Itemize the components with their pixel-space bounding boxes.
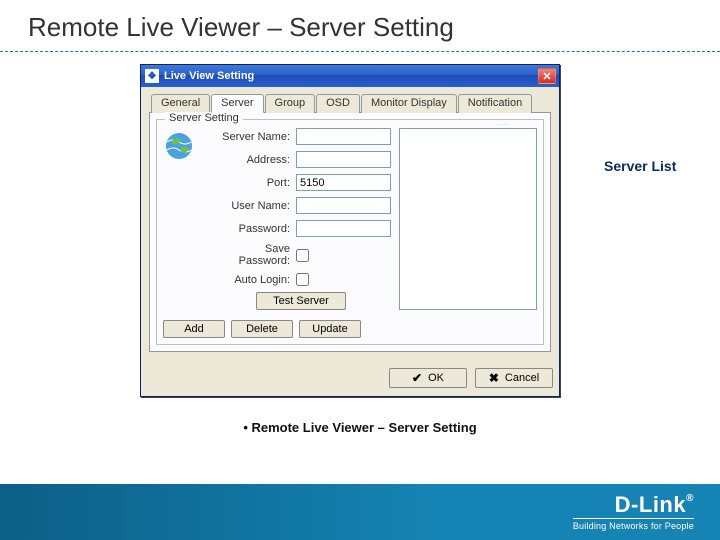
tab-osd[interactable]: OSD <box>316 94 360 113</box>
username-input[interactable] <box>296 197 391 214</box>
ok-button[interactable]: ✔ OK <box>389 368 467 388</box>
tab-group[interactable]: Group <box>265 94 316 113</box>
footer-bar: D-Link® Building Networks for People <box>0 484 720 540</box>
server-name-input[interactable] <box>296 128 391 145</box>
password-label: Password: <box>239 223 290 235</box>
save-password-checkbox[interactable] <box>296 249 309 262</box>
tab-monitor-display[interactable]: Monitor Display <box>361 94 457 113</box>
save-password-label: Save Password: <box>211 243 290 267</box>
address-label: Address: <box>247 154 290 166</box>
stage: ❖ Live View Setting ✕ General Server Gro… <box>0 52 720 452</box>
app-icon: ❖ <box>145 69 159 83</box>
port-input[interactable] <box>296 174 391 191</box>
close-icon[interactable]: ✕ <box>538 68 556 84</box>
cancel-button[interactable]: ✖ Cancel <box>475 368 553 388</box>
tab-notification[interactable]: Notification <box>458 94 532 113</box>
port-label: Port: <box>267 177 290 189</box>
tab-server[interactable]: Server <box>211 94 263 113</box>
callout-line <box>489 124 599 125</box>
slide-title: Remote Live Viewer – Server Setting <box>0 0 720 51</box>
brand-logo: D-Link® <box>573 494 694 516</box>
ok-label: OK <box>428 372 444 384</box>
server-setting-group: Server Setting <box>156 119 544 345</box>
server-list[interactable] <box>399 128 537 310</box>
address-input[interactable] <box>296 151 391 168</box>
tab-general[interactable]: General <box>151 94 210 113</box>
add-button[interactable]: Add <box>163 320 225 338</box>
auto-login-checkbox[interactable] <box>296 273 309 286</box>
titlebar: ❖ Live View Setting ✕ <box>141 65 559 87</box>
caption: • Remote Live Viewer – Server Setting <box>0 420 720 435</box>
test-server-button[interactable]: Test Server <box>256 292 346 310</box>
delete-button[interactable]: Delete <box>231 320 293 338</box>
password-input[interactable] <box>296 220 391 237</box>
update-button[interactable]: Update <box>299 320 361 338</box>
username-label: User Name: <box>231 200 290 212</box>
liveview-dialog: ❖ Live View Setting ✕ General Server Gro… <box>140 64 560 397</box>
tab-panel-server: Server Setting <box>149 113 551 352</box>
x-icon: ✖ <box>489 371 499 385</box>
globe-icon <box>163 130 195 162</box>
brand-tagline: Building Networks for People <box>573 518 694 531</box>
auto-login-label: Auto Login: <box>234 274 290 286</box>
cancel-label: Cancel <box>505 372 539 384</box>
server-name-label: Server Name: <box>222 131 290 143</box>
group-legend: Server Setting <box>165 112 243 124</box>
window-title: Live View Setting <box>164 70 538 82</box>
dialog-footer: ✔ OK ✖ Cancel <box>141 360 559 396</box>
check-icon: ✔ <box>412 371 422 385</box>
tab-strip: General Server Group OSD Monitor Display… <box>149 93 551 113</box>
callout-label: Server List <box>604 158 676 174</box>
